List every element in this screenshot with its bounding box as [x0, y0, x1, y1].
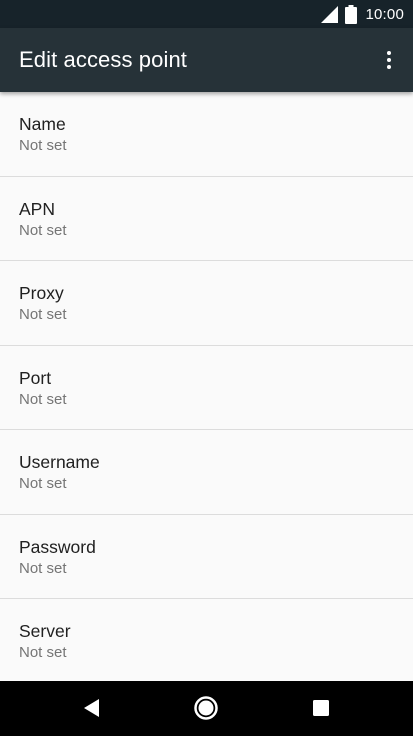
setting-item-proxy[interactable]: Proxy Not set: [0, 261, 413, 346]
cell-signal-icon: [321, 5, 339, 23]
setting-value: Not set: [19, 644, 67, 661]
setting-value: Not set: [19, 306, 67, 323]
setting-label: APN: [19, 198, 55, 219]
navigation-bar: [0, 681, 413, 736]
setting-item-server[interactable]: Server Not set: [0, 599, 413, 681]
more-vert-icon[interactable]: [379, 48, 399, 72]
setting-label: Port: [19, 367, 52, 388]
setting-item-apn[interactable]: APN Not set: [0, 177, 413, 261]
status-bar: 10:00: [0, 0, 413, 28]
app-bar: Edit access point: [0, 28, 413, 92]
setting-label: Name: [19, 114, 66, 134]
setting-label: Server: [19, 621, 71, 641]
setting-item-password[interactable]: Password Not set: [0, 515, 413, 599]
clock: 10:00: [365, 5, 404, 23]
setting-value: Not set: [19, 390, 67, 408]
setting-label: Username: [19, 452, 100, 472]
setting-item-name[interactable]: Name Not set: [0, 92, 413, 177]
apn-settings-list: Name Not set APN Not set Proxy Not set P…: [0, 92, 413, 681]
page-title: Edit access point: [19, 47, 188, 72]
setting-value: Not set: [19, 221, 67, 239]
setting-label: Proxy: [19, 283, 64, 303]
setting-item-port[interactable]: Port Not set: [0, 346, 413, 430]
recents-icon[interactable]: [306, 693, 336, 723]
battery-icon: [345, 4, 358, 24]
setting-value: Not set: [19, 137, 67, 154]
home-icon[interactable]: [191, 693, 221, 723]
back-icon[interactable]: [77, 693, 107, 723]
setting-item-username[interactable]: Username Not set: [0, 430, 413, 515]
setting-label: Password: [19, 536, 96, 557]
setting-value: Not set: [19, 559, 67, 577]
setting-value: Not set: [19, 475, 67, 492]
